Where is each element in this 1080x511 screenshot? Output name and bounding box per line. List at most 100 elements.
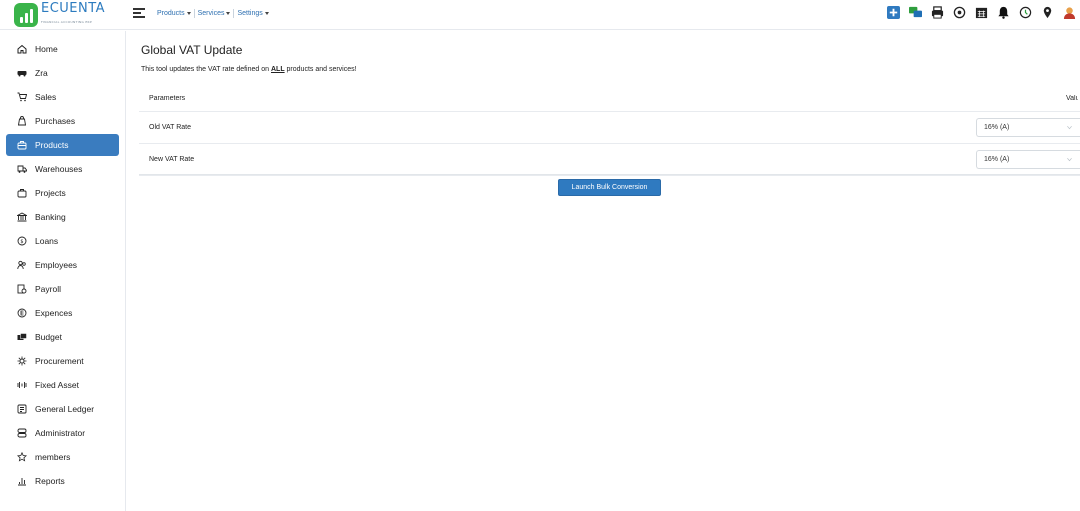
bank-icon bbox=[16, 212, 27, 223]
top-menu-label: Products bbox=[157, 10, 185, 17]
sidebar-item-label: Projects bbox=[35, 188, 66, 198]
expense-icon bbox=[16, 308, 27, 319]
sidebar-item-label: Products bbox=[35, 140, 69, 150]
page-description: This tool updates the VAT rate defined o… bbox=[141, 66, 357, 73]
sidebar-item-sales[interactable]: Sales bbox=[6, 86, 119, 108]
sidebar-item-home[interactable]: Home bbox=[6, 38, 119, 60]
menu-toggle-icon[interactable] bbox=[133, 8, 145, 19]
sidebar-item-loans[interactable]: $ Loans bbox=[6, 230, 119, 252]
sidebar-item-label: Zra bbox=[35, 68, 48, 78]
description-prefix: This tool updates the VAT rate defined o… bbox=[141, 66, 271, 73]
calendar-icon[interactable] bbox=[975, 6, 988, 19]
cart-icon bbox=[16, 92, 27, 103]
sidebar-item-procurement[interactable]: Procurement bbox=[6, 350, 119, 372]
table-row-old-vat: Old VAT Rate 16% (A) bbox=[139, 112, 1080, 144]
sidebar-item-label: Fixed Asset bbox=[35, 380, 79, 390]
settings-icon[interactable] bbox=[953, 6, 966, 19]
new-vat-rate-value: 16% (A) bbox=[984, 156, 1010, 163]
description-emphasis: ALL bbox=[270, 66, 285, 73]
sidebar-item-label: Procurement bbox=[35, 356, 84, 366]
sidebar-item-purchases[interactable]: Purchases bbox=[6, 110, 119, 132]
top-menu-label: Services bbox=[197, 10, 225, 17]
location-icon[interactable] bbox=[1041, 6, 1054, 19]
top-menu-products[interactable]: Products bbox=[157, 10, 191, 17]
sidebar-item-banking[interactable]: Banking bbox=[6, 206, 119, 228]
caret-down-icon bbox=[226, 12, 231, 15]
old-vat-rate-label: Old VAT Rate bbox=[149, 124, 192, 131]
sidebar-item-label: Loans bbox=[35, 236, 59, 246]
logo-mark-icon bbox=[14, 3, 38, 27]
admin-icon bbox=[16, 428, 27, 439]
briefcase-icon bbox=[16, 188, 27, 199]
table-header-row: Parameters Value bbox=[139, 86, 1080, 112]
chevron-down-icon bbox=[1067, 158, 1072, 162]
column-header-value: Value bbox=[1066, 95, 1078, 102]
sidebar-item-members[interactable]: members bbox=[6, 446, 119, 468]
chart-icon bbox=[16, 476, 27, 487]
top-bar: ECUENTA FINANCIAL ACCOUNTING ERP Product… bbox=[0, 0, 1080, 30]
chevron-down-icon bbox=[1067, 126, 1072, 130]
old-vat-rate-value: 16% (A) bbox=[984, 124, 1010, 131]
table-row-new-vat: New VAT Rate 16% (A) bbox=[139, 144, 1080, 176]
launch-bulk-conversion-button[interactable]: Launch Bulk Conversion bbox=[558, 179, 661, 196]
sidebar-item-label: Payroll bbox=[35, 284, 61, 294]
sidebar-item-label: Expences bbox=[35, 308, 73, 318]
procurement-icon bbox=[16, 356, 27, 367]
sidebar-item-reports[interactable]: Reports bbox=[6, 470, 119, 492]
home-icon bbox=[16, 44, 27, 55]
sidebar: Home Zra Sales Purchases Products Wareho… bbox=[0, 31, 126, 511]
page-title: Global VAT Update bbox=[141, 43, 243, 57]
history-icon[interactable] bbox=[1019, 6, 1032, 19]
dollar-coin-icon: $ bbox=[16, 236, 27, 247]
sidebar-item-expences[interactable]: Expences bbox=[6, 302, 119, 324]
caret-down-icon bbox=[264, 12, 269, 15]
sidebar-item-payroll[interactable]: Payroll bbox=[6, 278, 119, 300]
sidebar-item-label: Banking bbox=[35, 212, 66, 222]
sidebar-item-products[interactable]: Products bbox=[6, 134, 119, 156]
sidebar-item-administrator[interactable]: Administrator bbox=[6, 422, 119, 444]
sidebar-item-zra[interactable]: Zra bbox=[6, 62, 119, 84]
top-menu-services[interactable]: Services bbox=[198, 10, 231, 17]
ledger-icon bbox=[16, 404, 27, 415]
top-menu-settings[interactable]: Settings bbox=[237, 10, 269, 17]
top-icon-bar bbox=[887, 6, 1076, 19]
sidebar-item-label: General Ledger bbox=[35, 404, 95, 414]
new-vat-rate-select[interactable]: 16% (A) bbox=[976, 150, 1080, 169]
sidebar-item-label: members bbox=[35, 452, 71, 462]
description-suffix: products and services! bbox=[284, 66, 357, 73]
bag-icon bbox=[16, 116, 27, 127]
bell-icon[interactable] bbox=[997, 6, 1010, 19]
brand-logo[interactable]: ECUENTA FINANCIAL ACCOUNTING ERP bbox=[14, 2, 105, 27]
brand-tagline: FINANCIAL ACCOUNTING ERP bbox=[41, 19, 93, 24]
sidebar-item-projects[interactable]: Projects bbox=[6, 182, 119, 204]
sidebar-item-warehouses[interactable]: Warehouses bbox=[6, 158, 119, 180]
sidebar-item-fixed-asset[interactable]: Fixed Asset bbox=[6, 374, 119, 396]
vat-parameters-table: Parameters Value Old VAT Rate 16% (A) Ne… bbox=[139, 86, 1080, 176]
new-vat-rate-label: New VAT Rate bbox=[149, 156, 195, 163]
svg-text:$: $ bbox=[20, 239, 23, 245]
chat-icon[interactable] bbox=[909, 6, 922, 19]
sidebar-item-employees[interactable]: Employees bbox=[6, 254, 119, 276]
menu-divider bbox=[233, 9, 235, 18]
asset-icon bbox=[16, 380, 27, 391]
sidebar-item-label: Administrator bbox=[35, 428, 86, 438]
column-header-parameters: Parameters bbox=[149, 95, 186, 102]
printer-icon[interactable] bbox=[931, 6, 944, 19]
sidebar-item-label: Budget bbox=[35, 332, 62, 342]
sidebar-item-label: Sales bbox=[35, 92, 57, 102]
menu-divider bbox=[193, 9, 195, 18]
sidebar-item-label: Home bbox=[35, 44, 58, 54]
sidebar-item-label: Employees bbox=[35, 260, 78, 270]
sidebar-item-general-ledger[interactable]: General Ledger bbox=[6, 398, 119, 420]
caret-down-icon bbox=[186, 12, 191, 15]
people-icon bbox=[16, 260, 27, 271]
user-avatar-icon[interactable] bbox=[1063, 6, 1076, 19]
top-menu: Products Services Settings bbox=[157, 9, 269, 18]
old-vat-rate-select[interactable]: 16% (A) bbox=[976, 118, 1080, 137]
payroll-icon bbox=[16, 284, 27, 295]
sidebar-item-label: Warehouses bbox=[35, 164, 83, 174]
sidebar-item-budget[interactable]: Budget bbox=[6, 326, 119, 348]
add-icon[interactable] bbox=[887, 6, 900, 19]
sidebar-item-label: Purchases bbox=[35, 116, 76, 126]
main-content: Global VAT Update This tool updates the … bbox=[127, 31, 1080, 511]
